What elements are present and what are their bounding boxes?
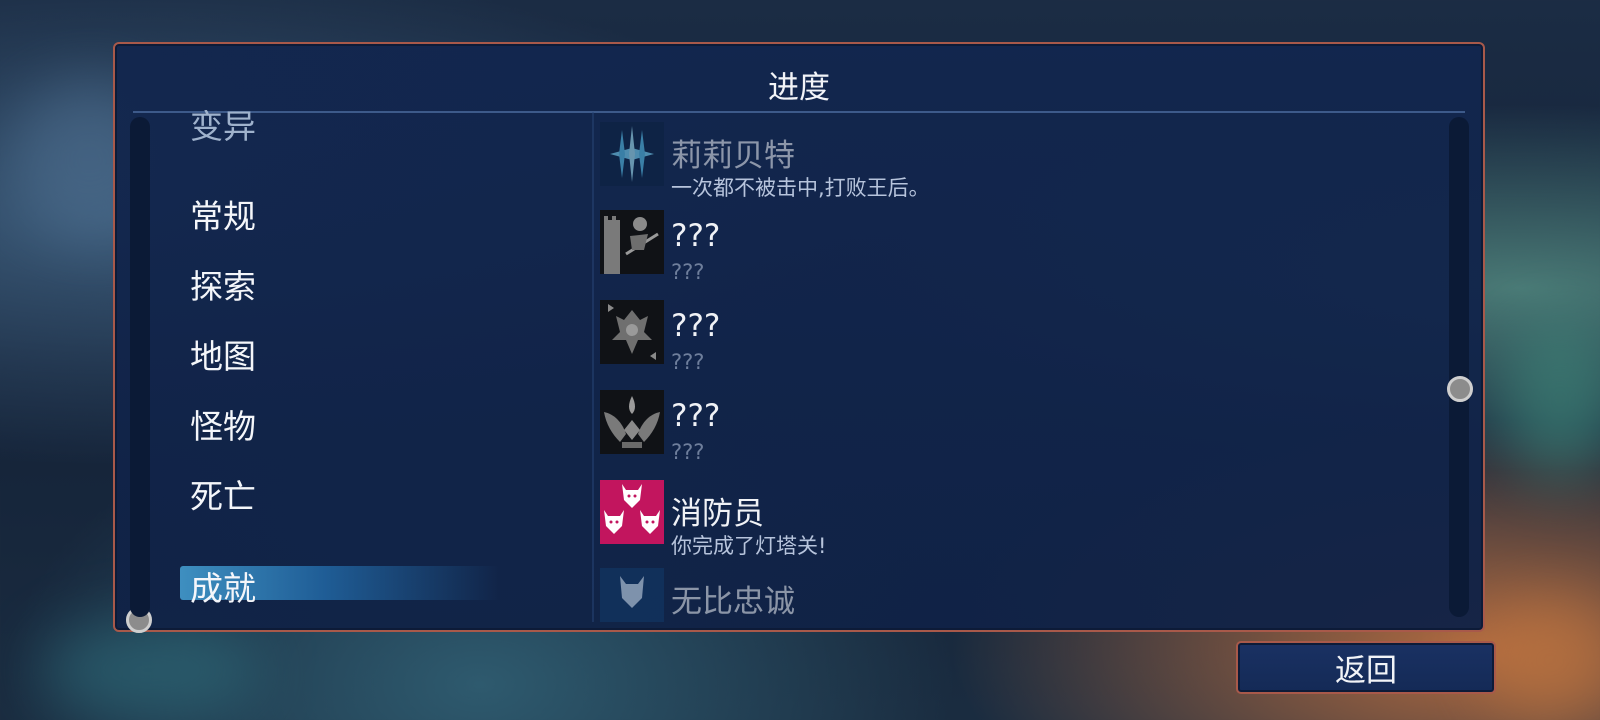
achievement-list: 莉莉贝特 一次都不被击中,打败王后。 ??? ??? ??? ??? ??? ?… xyxy=(598,112,1438,622)
blue-fox-mask-icon xyxy=(600,568,664,622)
category-monsters[interactable]: 怪物 xyxy=(190,400,256,448)
achievement-item[interactable]: ??? ??? xyxy=(598,210,1438,298)
background-blur xyxy=(40,620,260,720)
achievement-title: ??? xyxy=(671,398,721,434)
category-general[interactable]: 常规 xyxy=(190,190,256,238)
achievement-item[interactable]: 莉莉贝特 一次都不被击中,打败王后。 xyxy=(598,122,1438,210)
tower-knight-icon xyxy=(600,210,664,274)
achievement-item[interactable]: 无比忠诚 xyxy=(598,568,1438,622)
achievement-title: ??? xyxy=(671,308,721,344)
achievement-title: ??? xyxy=(671,218,721,254)
achievement-description: ??? xyxy=(671,350,705,374)
scrollbar-thumb[interactable] xyxy=(1447,376,1473,402)
achievement-description: 一次都不被击中,打败王后。 xyxy=(671,176,930,200)
back-button[interactable]: 返回 xyxy=(1236,641,1496,694)
category-map[interactable]: 地图 xyxy=(190,330,256,378)
winged-crest-icon xyxy=(600,390,664,454)
background-blur xyxy=(1480,600,1600,720)
achievement-description: ??? xyxy=(671,440,705,464)
category-exploration[interactable]: 探索 xyxy=(190,260,256,308)
achievement-title: 消防员 xyxy=(671,496,764,532)
category-death[interactable]: 死亡 xyxy=(190,470,256,518)
achievement-scrollbar[interactable] xyxy=(1449,117,1469,617)
achievement-item[interactable]: ??? ??? xyxy=(598,390,1438,478)
category-achievements[interactable]: 成就 xyxy=(190,562,256,610)
pink-fox-masks-icon xyxy=(600,480,664,544)
category-scrollbar[interactable] xyxy=(130,117,150,617)
achievement-item[interactable]: 消防员 你完成了灯塔关! xyxy=(598,480,1438,568)
achievement-description: ??? xyxy=(671,260,705,284)
panel-title: 进度 xyxy=(768,70,830,106)
blue-crystal-spikes-icon xyxy=(600,122,664,186)
background-blur xyxy=(1500,320,1600,480)
achievement-item[interactable]: ??? ??? xyxy=(598,300,1438,388)
column-divider xyxy=(592,112,594,622)
queen-card-icon xyxy=(600,300,664,364)
achievement-title: 莉莉贝特 xyxy=(671,138,795,174)
achievement-description: 你完成了灯塔关! xyxy=(671,534,827,558)
achievement-title: 无比忠诚 xyxy=(671,584,795,620)
